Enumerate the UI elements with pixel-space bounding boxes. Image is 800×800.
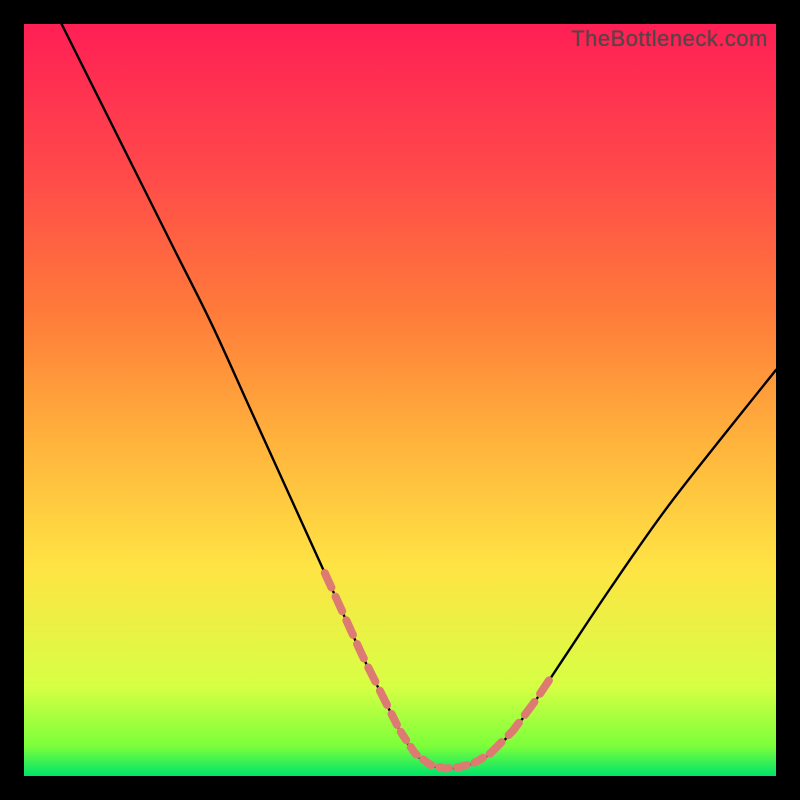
plot-area: TheBottleneck.com	[24, 24, 776, 776]
bottleneck-curve	[62, 24, 776, 769]
highlight-left	[325, 573, 393, 716]
chart-frame: TheBottleneck.com	[0, 0, 800, 800]
highlight-right	[490, 678, 550, 753]
curve-layer	[24, 24, 776, 776]
highlight-valley	[392, 716, 490, 769]
